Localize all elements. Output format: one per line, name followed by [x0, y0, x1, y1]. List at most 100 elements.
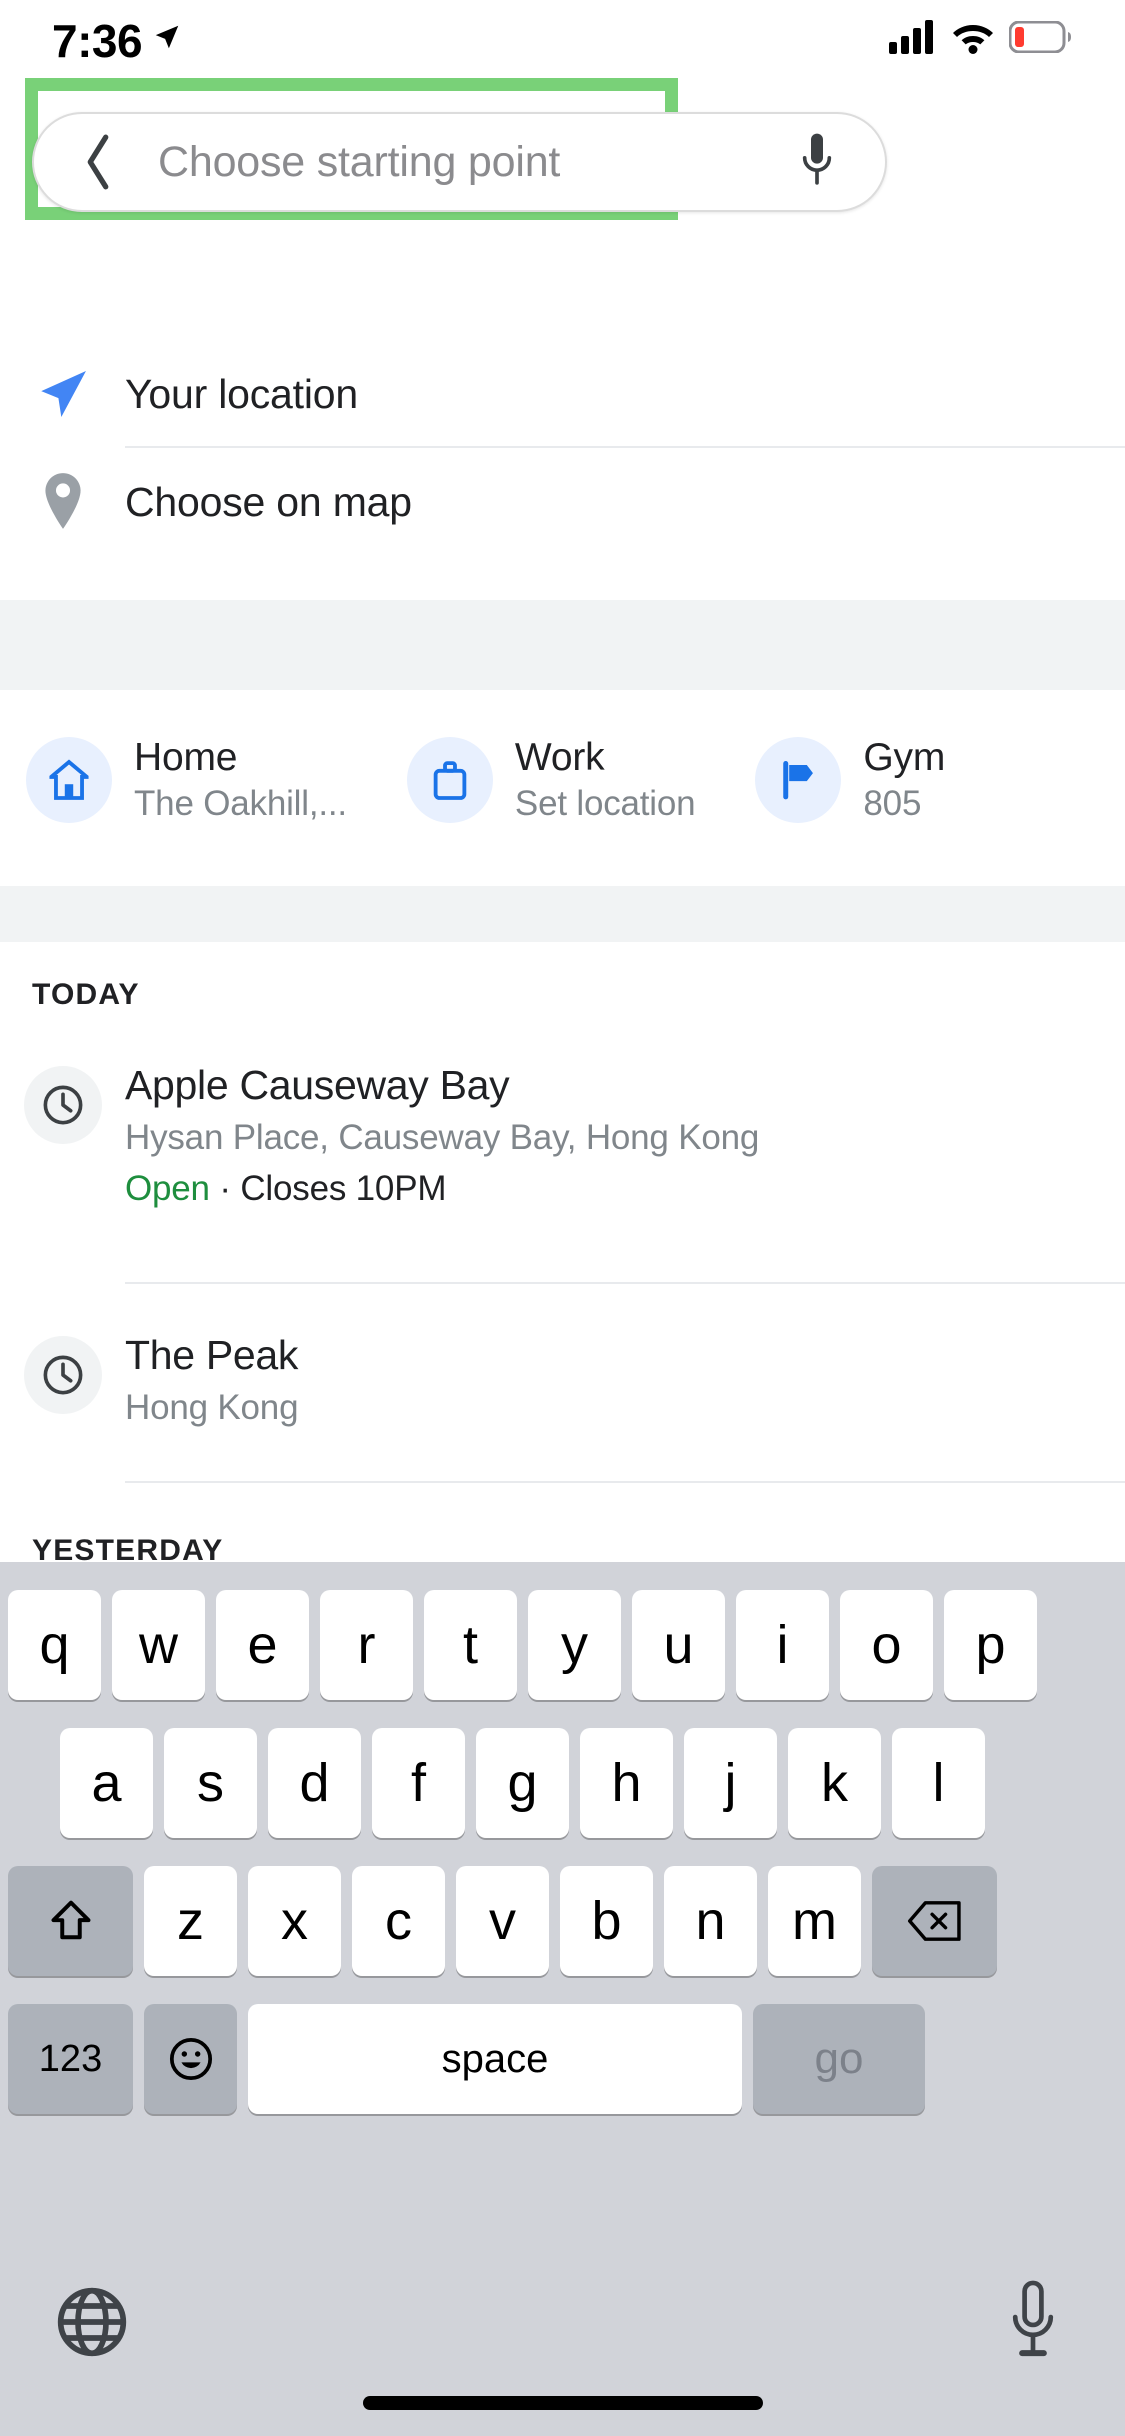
history-item-title: Apple Causeway Bay	[125, 1062, 510, 1108]
divider	[125, 1282, 1125, 1284]
keyboard-row-3: z x c v b n m	[0, 1866, 1125, 1976]
key-j[interactable]: j	[684, 1728, 777, 1838]
navigation-arrow-icon	[0, 365, 125, 423]
keyboard-row-4: 123 space go	[0, 2004, 1125, 2114]
briefcase-icon	[406, 736, 493, 823]
microphone-icon	[1012, 2280, 1054, 2357]
key-y[interactable]: y	[528, 1590, 621, 1700]
history-item-body: Apple Causeway Bay Hysan Place, Causeway…	[125, 1060, 1125, 1209]
battery-low-icon	[1008, 20, 1071, 58]
key-p[interactable]: p	[944, 1590, 1037, 1700]
key-k[interactable]: k	[788, 1728, 881, 1838]
shortcut-subtitle: Set location	[514, 783, 696, 823]
history-item-title: The Peak	[125, 1332, 299, 1378]
cellular-bars-icon	[889, 19, 937, 59]
history-item-apple-causeway-bay[interactable]: Apple Causeway Bay Hysan Place, Causeway…	[0, 1060, 1125, 1209]
key-q[interactable]: q	[8, 1590, 101, 1700]
key-w[interactable]: w	[112, 1590, 205, 1700]
history-item-body: The Peak Hong Kong	[125, 1330, 1125, 1431]
key-l[interactable]: l	[892, 1728, 985, 1838]
shortcut-work[interactable]: Work Set location	[406, 736, 696, 824]
shift-arrow-icon	[51, 1900, 90, 1940]
shift-key[interactable]	[8, 1866, 133, 1976]
dictation-key[interactable]	[985, 2274, 1081, 2370]
section-gap-2	[0, 886, 1125, 942]
clock-icon	[23, 1066, 102, 1144]
emoji-smiley-icon	[169, 2037, 212, 2081]
shortcut-home[interactable]: Home The Oakhill,...	[26, 736, 347, 824]
key-m[interactable]: m	[768, 1866, 861, 1976]
voice-search-button[interactable]	[789, 128, 845, 196]
keyboard-row-1: q w e r t y u i o p	[0, 1590, 1125, 1700]
status-open: Open	[125, 1168, 210, 1208]
key-z[interactable]: z	[144, 1866, 237, 1976]
key-a[interactable]: a	[60, 1728, 153, 1838]
go-key[interactable]: go	[753, 2004, 925, 2114]
search-bar[interactable]: Choose starting point	[32, 112, 887, 212]
key-s[interactable]: s	[164, 1728, 257, 1838]
key-f[interactable]: f	[372, 1728, 465, 1838]
key-i[interactable]: i	[736, 1590, 829, 1700]
flag-icon	[755, 736, 842, 823]
key-t[interactable]: t	[424, 1590, 517, 1700]
saved-places-row: Home The Oakhill,... Work Set location G…	[0, 690, 1125, 870]
key-b[interactable]: b	[560, 1866, 653, 1976]
backspace-key[interactable]	[872, 1866, 997, 1976]
option-label: Your location	[125, 370, 358, 417]
status-bar-right	[889, 19, 1071, 59]
globe-icon	[57, 2287, 127, 2357]
key-c[interactable]: c	[352, 1866, 445, 1976]
history-item-status: Open · Closes 10PM	[125, 1169, 1105, 1209]
option-choose-on-map[interactable]: Choose on map	[0, 448, 1125, 556]
shortcut-text: Home The Oakhill,...	[134, 736, 347, 824]
key-e[interactable]: e	[216, 1590, 309, 1700]
history-icon-wrap	[0, 1060, 125, 1209]
wifi-icon	[951, 20, 995, 59]
status-bar: 7:36	[0, 0, 1125, 78]
home-icon	[26, 736, 112, 823]
space-key[interactable]: space	[248, 2004, 742, 2114]
key-x[interactable]: x	[248, 1866, 341, 1976]
section-gap-1	[0, 600, 1125, 690]
chevron-left-icon	[87, 134, 109, 190]
history-icon-wrap	[0, 1330, 125, 1431]
key-n[interactable]: n	[664, 1866, 757, 1976]
key-d[interactable]: d	[268, 1728, 361, 1838]
shortcut-title: Home	[134, 736, 238, 780]
search-input[interactable]: Choose starting point	[158, 138, 560, 187]
history-item-subtitle: Hysan Place, Causeway Bay, Hong Kong	[125, 1118, 760, 1158]
history-section-header-today: TODAY	[32, 978, 140, 1011]
option-your-location[interactable]: Your location	[0, 340, 1125, 448]
location-arrow-icon	[152, 22, 182, 57]
status-bar-left: 7:36	[52, 14, 182, 64]
status-separator: ·	[219, 1168, 231, 1208]
emoji-key[interactable]	[144, 2004, 237, 2114]
backspace-icon	[907, 1901, 961, 1941]
divider	[125, 1481, 1125, 1483]
key-r[interactable]: r	[320, 1590, 413, 1700]
home-indicator	[362, 2396, 763, 2410]
history-item-subtitle: Hong Kong	[125, 1388, 299, 1428]
shortcut-subtitle: 805	[863, 783, 922, 823]
key-v[interactable]: v	[456, 1866, 549, 1976]
shortcut-gym[interactable]: Gym 805	[755, 736, 945, 824]
history-item-the-peak[interactable]: The Peak Hong Kong	[0, 1330, 1125, 1431]
key-g[interactable]: g	[476, 1728, 569, 1838]
on-screen-keyboard: q w e r t y u i o p a s d f g h j k l z …	[0, 1562, 1125, 2436]
shortcut-text: Gym 805	[863, 736, 945, 824]
keyboard-row-2: a s d f g h j k l	[0, 1728, 1125, 1838]
status-closes: Closes 10PM	[240, 1168, 447, 1208]
keyboard-bottom-bar	[0, 2246, 1125, 2436]
shortcut-title: Gym	[863, 736, 946, 780]
key-u[interactable]: u	[632, 1590, 725, 1700]
key-o[interactable]: o	[840, 1590, 933, 1700]
start-point-options: Your location Choose on map	[0, 340, 1125, 556]
globe-key[interactable]	[44, 2274, 140, 2370]
key-h[interactable]: h	[580, 1728, 673, 1838]
shortcut-title: Work	[514, 736, 605, 780]
numbers-key[interactable]: 123	[8, 2004, 133, 2114]
option-label: Choose on map	[125, 478, 412, 525]
back-button[interactable]	[56, 112, 140, 212]
shortcut-text: Work Set location	[515, 736, 696, 824]
shortcut-subtitle: The Oakhill,...	[134, 783, 347, 823]
